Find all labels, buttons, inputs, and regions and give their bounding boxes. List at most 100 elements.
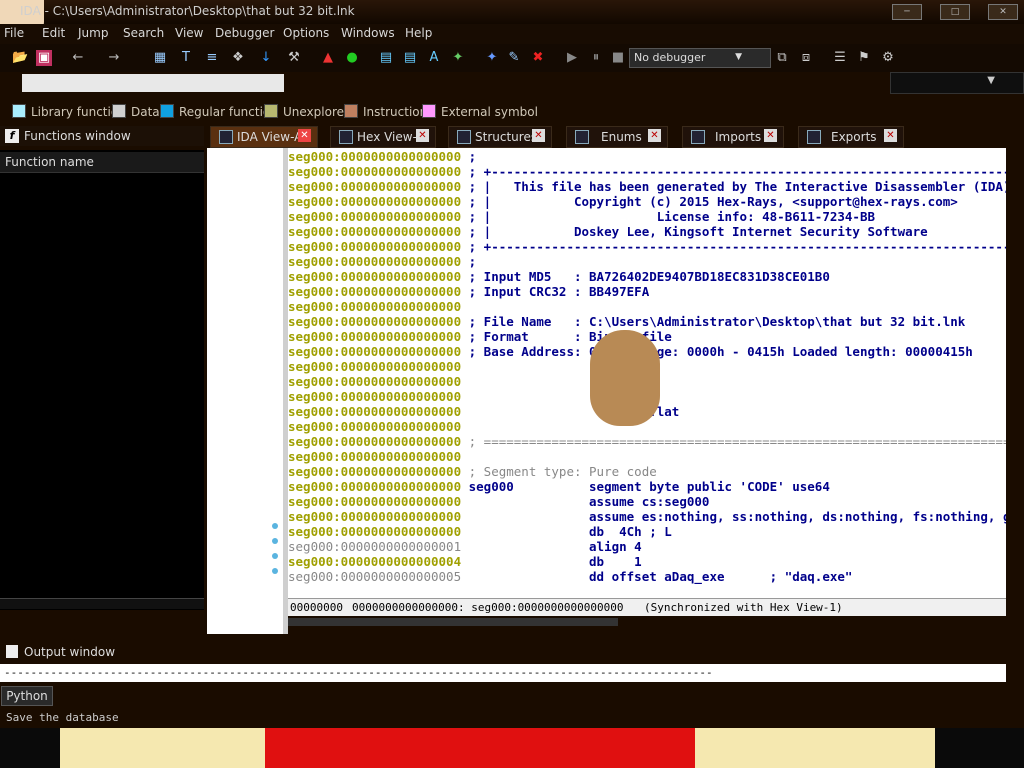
tab-structures[interactable]: Structures ✕ — [448, 126, 552, 148]
menu-options[interactable]: Options — [283, 26, 329, 40]
text-icon[interactable]: T — [178, 50, 194, 66]
struct-icon[interactable]: ✦ — [450, 50, 466, 66]
hex-view-icon — [339, 130, 353, 144]
close-icon[interactable]: ✕ — [532, 129, 545, 142]
disasm-line[interactable]: seg000:0000000000000000 ; | License info… — [288, 209, 1006, 224]
attach-icon[interactable]: ⧉ — [774, 50, 790, 66]
menu-help[interactable]: Help — [405, 26, 432, 40]
list-icon[interactable]: ≡ — [204, 50, 220, 66]
breakpoint-list-icon[interactable]: ☰ — [832, 50, 848, 66]
python-button[interactable]: Python — [1, 686, 53, 706]
menu-view[interactable]: View — [175, 26, 203, 40]
disasm-address: seg000:0000000000000000 — [288, 239, 462, 254]
disasm-line[interactable]: seg000:0000000000000000 — [288, 359, 461, 374]
navigation-select[interactable]: ▼ — [890, 72, 1024, 94]
tab-exports[interactable]: Exports ✕ — [798, 126, 904, 148]
disasm-line[interactable]: seg000:0000000000000000 — [288, 389, 461, 404]
disasm-address: seg000:0000000000000000 — [288, 224, 462, 239]
tab-imports[interactable]: Imports ✕ — [682, 126, 784, 148]
disasm-line[interactable]: seg000:0000000000000000 ; ==============… — [288, 434, 1006, 449]
menu-jump[interactable]: Jump — [78, 26, 108, 40]
disasm-line[interactable]: seg000:0000000000000000 ; +-------------… — [288, 164, 1006, 179]
close-button[interactable]: ✕ — [988, 4, 1018, 20]
legend-data: Data — [112, 104, 160, 120]
disasm-line[interactable]: seg000:0000000000000000 — [288, 449, 461, 464]
disasm-line[interactable]: seg000:0000000000000000 ; Input CRC32 : … — [288, 284, 649, 299]
disasm-line[interactable]: seg000:0000000000000000 assume es:nothin… — [288, 509, 1006, 524]
disasm-line[interactable]: seg000:0000000000000000 — [288, 419, 461, 434]
close-icon[interactable]: ✕ — [764, 129, 777, 142]
close-icon[interactable]: ✕ — [298, 129, 311, 142]
trace-icon[interactable]: ⚑ — [856, 50, 872, 66]
graph-icon[interactable]: ❖ — [230, 50, 246, 66]
threads-icon[interactable]: ⚙ — [880, 50, 896, 66]
back-arrow-icon[interactable]: ← — [70, 50, 86, 66]
disasm-line[interactable]: seg000:0000000000000005 dd offset aDaq_e… — [288, 569, 852, 584]
functions-window-tab[interactable]: Functions window — [0, 126, 204, 146]
delete-icon[interactable]: ✖ — [530, 50, 546, 66]
disasm-line[interactable]: seg000:0000000000000004 db 1 — [288, 554, 642, 569]
disasm-line[interactable]: seg000:0000000000000000 ; | This file ha… — [288, 179, 1006, 194]
disasm-line[interactable]: seg000:0000000000000000 ; Input MD5 : BA… — [288, 269, 830, 284]
legend-label: Data — [131, 105, 160, 119]
code-icon[interactable]: ▤ — [378, 50, 394, 66]
save-icon[interactable]: ▣ — [36, 50, 52, 66]
disasm-line[interactable]: seg000:0000000000000000 ; +-------------… — [288, 239, 1006, 254]
exports-icon — [807, 130, 821, 144]
output-window-content[interactable]: ----------------------------------------… — [0, 664, 1006, 682]
menu-file[interactable]: File — [4, 26, 24, 40]
disasm-line[interactable]: seg000:0000000000000000 ; — [288, 254, 476, 269]
function-name-column-header[interactable]: Function name — [0, 152, 204, 173]
close-icon[interactable]: ✕ — [884, 129, 897, 142]
disassembly-status-bar: 00000000 0000000000000000: seg000:000000… — [288, 598, 1006, 617]
detach-icon[interactable]: ⧈ — [798, 50, 814, 66]
debugger-select[interactable]: No debugger ▼ — [629, 48, 771, 68]
forward-arrow-icon[interactable]: → — [106, 50, 122, 66]
disasm-line[interactable]: seg000:0000000000000000 db 4Ch ; L — [288, 524, 672, 539]
hex-icon[interactable]: ▦ — [152, 50, 168, 66]
stop-icon[interactable]: ■ — [610, 50, 626, 66]
close-icon[interactable]: ✕ — [648, 129, 661, 142]
disasm-line[interactable]: seg000:0000000000000000 — [288, 374, 461, 389]
disasm-line[interactable]: seg000:0000000000000000 — [288, 299, 461, 314]
tab-hex-view-1[interactable]: Hex View-1 ✕ — [330, 126, 436, 148]
down-arrow-icon[interactable]: ↓ — [258, 50, 274, 66]
warning-icon[interactable]: ▲ — [320, 50, 336, 66]
disasm-line[interactable]: seg000:0000000000000000 ; | Copyright (c… — [288, 194, 1006, 209]
scroll-thumb[interactable] — [288, 618, 618, 626]
edit-icon[interactable]: ✎ — [506, 50, 522, 66]
navigation-band[interactable] — [22, 74, 284, 92]
close-icon[interactable]: ✕ — [416, 129, 429, 142]
functions-hscrollbar[interactable] — [0, 598, 204, 609]
string-icon[interactable]: A — [426, 50, 442, 66]
disasm-address: seg000:0000000000000004 — [288, 554, 462, 569]
menu-debugger[interactable]: Debugger — [215, 26, 274, 40]
menu-windows[interactable]: Windows — [341, 26, 395, 40]
pause-icon[interactable]: ⏸ — [588, 50, 604, 66]
disassembly-vscrollbar[interactable] — [1006, 148, 1018, 608]
add-icon[interactable]: ✦ — [484, 50, 500, 66]
tab-enums[interactable]: Enums ✕ — [566, 126, 668, 148]
maximize-button[interactable]: □ — [940, 4, 970, 20]
disasm-line[interactable]: seg000:0000000000000001 align 4 — [288, 539, 642, 554]
tab-ida-view-a[interactable]: IDA View-A ✕ — [210, 126, 318, 148]
disasm-line[interactable]: seg000:0000000000000000 ; | Doskey Lee, … — [288, 224, 1006, 239]
disasm-line[interactable]: seg000:0000000000000000 ; Segment type: … — [288, 464, 657, 479]
disasm-address: seg000:0000000000000000 — [288, 449, 462, 464]
disasm-text: ; | Copyright (c) 2015 Hex-Rays, <suppor… — [461, 194, 1006, 209]
disasm-line[interactable]: seg000:0000000000000000 seg000 segment b… — [288, 479, 830, 494]
data-icon[interactable]: ▤ — [402, 50, 418, 66]
disasm-line[interactable]: seg000:0000000000000000 ; File Name : C:… — [288, 314, 965, 329]
menu-edit[interactable]: Edit — [42, 26, 65, 40]
play-icon[interactable]: ▶ — [564, 50, 580, 66]
disasm-line[interactable]: seg000:0000000000000000 assume cs:seg000 — [288, 494, 709, 509]
minimize-button[interactable]: ─ — [892, 4, 922, 20]
disasm-line[interactable]: seg000:0000000000000000 ; — [288, 149, 476, 164]
menu-search[interactable]: Search — [123, 26, 164, 40]
functions-list[interactable] — [0, 150, 204, 610]
search-icon[interactable]: ⚒ — [286, 50, 302, 66]
output-window-tab[interactable]: Output window — [0, 642, 1024, 662]
disassembly-hscrollbar[interactable] — [288, 616, 1006, 630]
open-folder-icon[interactable]: 📂 — [12, 50, 28, 66]
green-circle-icon[interactable]: ● — [344, 50, 360, 66]
